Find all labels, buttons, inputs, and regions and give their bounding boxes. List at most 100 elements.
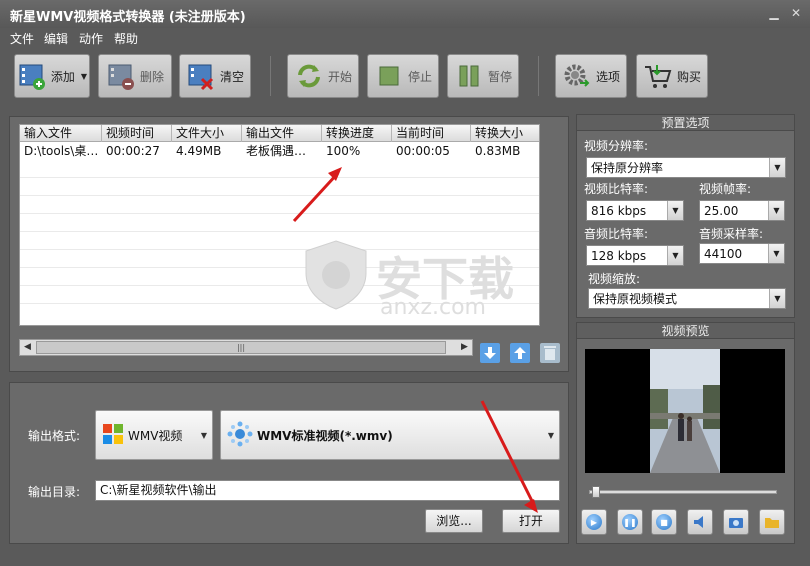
volume-button[interactable] xyxy=(687,509,713,535)
frame-rate-select[interactable]: 25.00 ▼ xyxy=(699,200,785,221)
audio-bitrate-select[interactable]: 128 kbps ▼ xyxy=(586,245,684,266)
cell-progress: 100% xyxy=(326,144,361,158)
move-down-button[interactable] xyxy=(480,343,500,363)
move-up-button[interactable] xyxy=(510,343,530,363)
column-header[interactable]: 转换大小 xyxy=(471,125,539,142)
buy-button[interactable]: 购买 xyxy=(636,54,708,98)
menu-file[interactable]: 文件 xyxy=(10,30,34,47)
output-dir-label: 输出目录: xyxy=(28,485,81,499)
title-bar: 新星WMV视频格式转换器 (未注册版本) ▁ ✕ xyxy=(0,0,810,28)
column-header[interactable]: 输入文件 xyxy=(20,125,102,142)
grid-line xyxy=(20,177,539,178)
playback-slider[interactable] xyxy=(589,486,777,498)
profile-select-value: WMV标准视频(*.wmv) xyxy=(257,428,393,443)
menu-help[interactable]: 帮助 xyxy=(114,30,138,47)
resolution-select[interactable]: 保持原分辨率 ▼ xyxy=(586,157,786,178)
resolution-label: 视频分辨率: xyxy=(584,139,649,153)
start-button-label: 开始 xyxy=(327,69,352,84)
add-button-label: 添加 xyxy=(50,69,75,84)
cell-video-time: 00:00:27 xyxy=(106,144,160,158)
pause-preview-button[interactable]: ❚❚ xyxy=(617,509,643,535)
watermark-logo xyxy=(298,237,374,316)
pause-icon xyxy=(454,61,484,91)
audio-bitrate-value: 128 kbps xyxy=(591,249,647,263)
remove-item-button[interactable] xyxy=(540,343,560,363)
pause-button-label: 暂停 xyxy=(487,69,512,84)
minimize-button[interactable]: ▁ xyxy=(766,5,782,21)
video-scale-label: 视频缩放: xyxy=(588,272,641,286)
chevron-down-icon: ▼ xyxy=(667,246,683,265)
chevron-down-icon: ▼ xyxy=(667,201,683,220)
table-row[interactable]: D:\tools\桌… 00:00:27 4.49MB 老板偶遇… 100% 0… xyxy=(20,143,539,160)
column-header[interactable]: 视频时间 xyxy=(102,125,172,142)
menu-action[interactable]: 动作 xyxy=(79,30,103,47)
grid-line xyxy=(20,231,539,232)
cell-output-size: 0.83MB xyxy=(475,144,521,158)
preset-options-panel: 预置选项 视频分辨率: 保持原分辨率 ▼ 视频比特率: 视频帧率: 816 kb… xyxy=(576,114,795,318)
clear-button[interactable]: 清空 xyxy=(179,54,251,98)
open-folder-button[interactable] xyxy=(759,509,785,535)
menu-edit[interactable]: 编辑 xyxy=(44,30,68,47)
output-format-label: 输出格式: xyxy=(28,429,81,443)
stop-preview-button[interactable]: ■ xyxy=(651,509,677,535)
slider-knob[interactable] xyxy=(592,486,600,498)
toolbar-divider xyxy=(538,56,539,96)
toolbar: 添加 ▼ 删除 清空 开始 停止 暂停 选项 购买 xyxy=(0,48,810,108)
sample-rate-label: 音频采样率: xyxy=(699,227,764,241)
file-table[interactable]: 输入文件 视频时间 文件大小 输出文件 转换进度 当前时间 转换大小 D:\to… xyxy=(19,124,540,326)
add-button[interactable]: 添加 ▼ xyxy=(14,54,90,98)
video-bitrate-select[interactable]: 816 kbps ▼ xyxy=(586,200,684,221)
close-button[interactable]: ✕ xyxy=(788,5,804,21)
column-header[interactable]: 转换进度 xyxy=(322,125,392,142)
cell-file-size: 4.49MB xyxy=(176,144,222,158)
grid-line xyxy=(20,195,539,196)
scroll-left-icon[interactable]: ◀ xyxy=(20,340,35,355)
chevron-down-icon: ▼ xyxy=(768,201,784,220)
camera-icon xyxy=(729,518,743,528)
column-header[interactable]: 当前时间 xyxy=(392,125,471,142)
horizontal-scrollbar[interactable]: ◀ ||| ▶ xyxy=(19,339,473,356)
arrow-down-icon xyxy=(480,343,500,363)
menu-bar: 文件 编辑 动作 帮助 xyxy=(0,28,810,48)
windows-logo-icon xyxy=(102,423,124,448)
frame-rate-label: 视频帧率: xyxy=(699,182,752,196)
format-select[interactable]: WMV视频 ▼ xyxy=(95,410,213,460)
play-button[interactable]: ▶ xyxy=(581,509,607,535)
pause-button[interactable]: 暂停 xyxy=(447,54,519,98)
delete-button[interactable]: 删除 xyxy=(98,54,172,98)
file-list-panel: 输入文件 视频时间 文件大小 输出文件 转换进度 当前时间 转换大小 D:\to… xyxy=(9,116,569,372)
annotation-arrow xyxy=(480,400,538,513)
format-select-value: WMV视频 xyxy=(128,428,183,443)
sample-rate-value: 44100 xyxy=(704,247,743,261)
video-scale-select[interactable]: 保持原视频模式 ▼ xyxy=(588,288,786,309)
snapshot-button[interactable] xyxy=(723,509,749,535)
watermark-url: anxz.com xyxy=(380,295,486,320)
chevron-down-icon: ▼ xyxy=(768,244,784,263)
column-header[interactable]: 输出文件 xyxy=(242,125,322,142)
frame-rate-value: 25.00 xyxy=(704,204,739,218)
scroll-right-icon[interactable]: ▶ xyxy=(457,340,472,355)
options-button[interactable]: 选项 xyxy=(555,54,627,98)
table-header: 输入文件 视频时间 文件大小 输出文件 转换进度 当前时间 转换大小 xyxy=(20,125,539,142)
chevron-down-icon: ▼ xyxy=(200,431,207,440)
start-button[interactable]: 开始 xyxy=(287,54,359,98)
chevron-down-icon: ▼ xyxy=(80,71,88,81)
window-title: 新星WMV视频格式转换器 (未注册版本) xyxy=(10,10,246,25)
cell-output-file: 老板偶遇… xyxy=(246,144,307,158)
video-profile-icon xyxy=(227,421,253,450)
video-bitrate-value: 816 kbps xyxy=(591,204,647,218)
delete-film-icon xyxy=(106,61,136,91)
play-icon: ▶ xyxy=(586,514,602,530)
stop-icon xyxy=(374,61,404,91)
video-preview-panel: 视频预览 ▶ ❚❚ ■ xyxy=(576,322,795,544)
column-header[interactable]: 文件大小 xyxy=(172,125,242,142)
cell-current-time: 00:00:05 xyxy=(396,144,450,158)
buy-button-label: 购买 xyxy=(676,69,701,84)
sample-rate-select[interactable]: 44100 ▼ xyxy=(699,243,785,264)
video-frame xyxy=(585,349,785,473)
scrollbar-thumb[interactable]: ||| xyxy=(36,341,446,354)
stop-button[interactable]: 停止 xyxy=(367,54,439,98)
chevron-down-icon: ▼ xyxy=(547,431,554,440)
preview-title: 视频预览 xyxy=(577,323,794,339)
stop-button-label: 停止 xyxy=(407,69,432,84)
